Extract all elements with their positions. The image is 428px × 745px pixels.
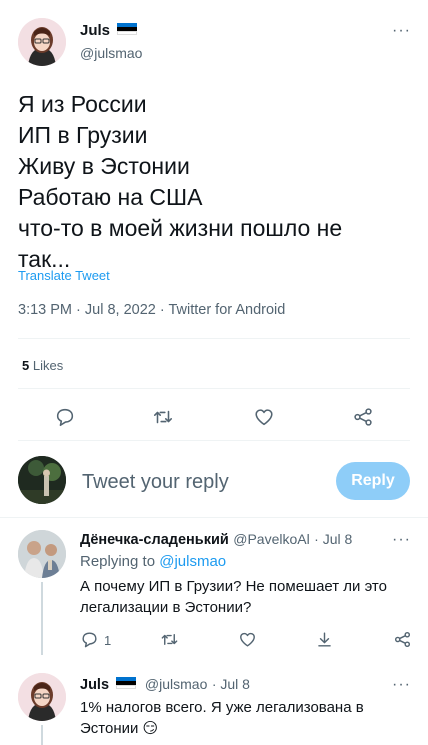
like-action-button[interactable] [238,630,257,649]
reply-text-line: А почему ИП в Грузии? Не помешает ли это [80,578,387,595]
reply-date[interactable]: · Jul 8 [314,531,352,547]
tweet-text: Я из России ИП в Грузии Живу в Эстонии Р… [18,89,413,275]
thread-line [41,582,43,655]
reply-text-segment: Эстонии [80,720,139,737]
reply-count: 1 [104,633,112,648]
current-user-avatar[interactable] [18,456,66,504]
author-name-row[interactable]: Juls [80,22,138,40]
divider [18,338,410,339]
heart-icon [240,632,255,647]
likes-label: Likes [32,358,64,373]
likes-count: 5 [22,358,30,373]
avatar-illustration [18,673,66,721]
download-arrow-icon [318,632,331,647]
reply-text-line: легализации в Эстонии? [80,599,252,616]
replying-to: Replying to @julsmao [80,553,226,570]
share-icon [394,631,411,648]
tweet-text-line: Работаю на США [18,184,203,210]
reply-author-avatar[interactable] [18,673,66,721]
share-action-button[interactable] [352,406,374,428]
reply-text-line: 1% налогов всего. Я уже легализована в [80,699,364,716]
divider [18,388,410,389]
retweet-icon [153,410,173,424]
replying-to-handle-link[interactable]: @julsmao [159,553,226,570]
likes-stat[interactable]: 5 Likes [22,358,63,373]
reply-action-button[interactable] [80,630,99,649]
reply-button[interactable]: Reply [336,462,410,500]
reply-author-avatar[interactable] [18,530,66,578]
tweet-timestamp-source[interactable]: 3:13 PM · Jul 8, 2022 · Twitter for Andr… [18,302,285,318]
reply-author-name[interactable]: Juls [80,677,109,693]
tweet-text-line: ИП в Грузии [18,122,148,148]
reply-input[interactable]: Tweet your reply [82,471,229,494]
retweet-action-button[interactable] [160,630,179,649]
thread-line [41,725,43,745]
replying-to-label: Replying to [80,553,156,570]
user-photo [18,530,66,578]
retweet-icon [161,634,178,645]
retweet-action-button[interactable] [152,406,174,428]
translate-tweet-link[interactable]: Translate Tweet [18,268,110,283]
reply-action-button[interactable] [54,406,76,428]
divider [18,440,410,441]
tweet-text-line: что-то в моей жизни пошло не [18,215,343,241]
author-avatar[interactable] [18,18,66,66]
avatar-illustration [18,18,66,66]
speech-bubble-icon [82,632,97,648]
download-action-button[interactable] [315,630,334,649]
reply-text: А почему ИП в Грузии? Не помешает ли это… [80,576,415,618]
speech-bubble-icon [56,408,74,427]
reply-header: Juls @julsmao · Jul 8 [80,676,250,694]
divider [0,517,428,518]
reply-date[interactable]: · Jul 8 [212,676,250,692]
reply-header: Дёнечка-сладенький @PavelkoAl · Jul 8 [80,531,352,549]
estonia-flag-icon [116,677,137,689]
author-handle[interactable]: @julsmao [80,45,142,61]
reply-text-line: Эстонии 😏 [80,718,415,739]
heart-icon [255,409,273,426]
reply-author-name[interactable]: Дёнечка-сладенький [80,532,229,548]
tweet-text-line: Живу в Эстонии [18,153,190,179]
tweet-text-line: Я из России [18,91,147,117]
share-icon [354,408,372,426]
more-dots-icon[interactable]: ··· [392,531,411,549]
more-dots-icon[interactable]: ··· [392,676,411,694]
user-photo [18,456,66,504]
reply-author-handle[interactable]: @PavelkoAl [233,531,309,547]
reply-author-handle[interactable]: @julsmao [145,676,207,692]
author-name[interactable]: Juls [80,22,110,39]
more-dots-icon[interactable]: ··· [392,22,411,40]
like-action-button[interactable] [253,406,275,428]
reply-text: 1% налогов всего. Я уже легализована в Э… [80,697,415,739]
share-action-button[interactable] [393,630,412,649]
smirk-emoji-icon: 😏 [142,720,159,737]
estonia-flag-icon [117,23,138,35]
